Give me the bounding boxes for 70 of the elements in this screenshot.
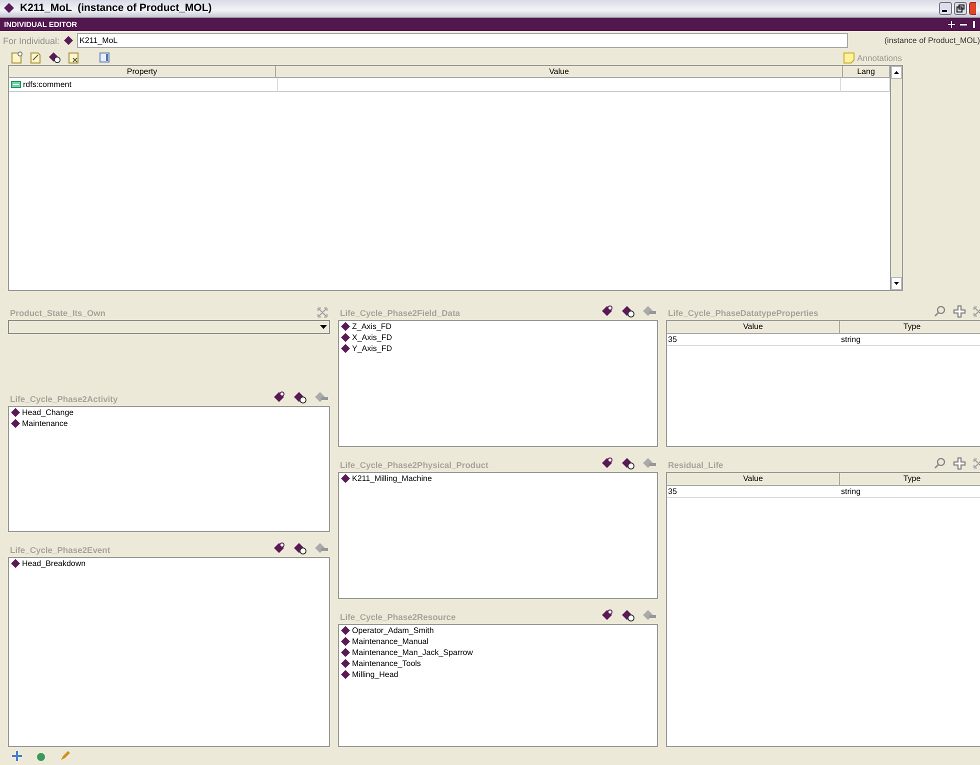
panel-title: Life_Cycle_Phase2Event <box>10 544 110 555</box>
diamond-icon <box>11 558 20 568</box>
window-title: K211_MoL (instance of Product_MOL) <box>20 2 212 14</box>
diamond-icon <box>341 474 350 483</box>
list-item[interactable]: Head_Change <box>22 408 74 417</box>
property-icon <box>11 81 21 88</box>
table-cell-text: string <box>840 486 862 497</box>
table-cell <box>841 78 890 92</box>
table-cell-text: 35 <box>667 486 678 497</box>
table-cell-text: 35 <box>667 334 678 345</box>
panel-title: Life_Cycle_Phase2Activity <box>10 394 118 404</box>
list-item[interactable]: Y_Axis_FD <box>352 344 392 353</box>
up-arrow-icon[interactable] <box>894 71 899 74</box>
table-cell-text: rdfs:comment <box>23 79 72 92</box>
restore-icon[interactable] <box>954 2 967 15</box>
list-item[interactable]: X_Axis_FD <box>352 332 392 342</box>
tagged-diamond-icon[interactable] <box>601 609 614 622</box>
column-header[interactable]: Value <box>276 66 843 78</box>
table-cell-text: string <box>840 334 862 345</box>
circle-icon[interactable] <box>36 751 46 762</box>
close-icon[interactable] <box>969 2 976 15</box>
tagged-diamond-icon[interactable] <box>601 305 614 318</box>
diamond-plus-icon[interactable] <box>293 390 307 404</box>
panel-title: Life_Cycle_Phase2Resource <box>340 612 456 622</box>
search-icon[interactable] <box>934 457 946 470</box>
tagged-diamond-icon[interactable] <box>273 391 286 404</box>
delete-document-icon[interactable] <box>67 51 80 64</box>
diamond-icon <box>4 3 14 14</box>
plus-icon[interactable] <box>948 20 955 28</box>
tagged-diamond-icon[interactable] <box>273 542 286 554</box>
panel-title: Life_Cycle_PhaseDatatypeProperties <box>668 308 818 318</box>
list-item[interactable]: Z_Axis_FD <box>352 322 392 331</box>
diamond-plus-icon[interactable] <box>621 304 635 318</box>
list-item[interactable]: K211_Milling_Machine <box>352 474 432 483</box>
new-document-icon[interactable] <box>10 51 23 64</box>
down-arrow-icon[interactable] <box>894 282 899 285</box>
annotations-label: Annotations <box>857 52 902 63</box>
diamond-plus-icon[interactable] <box>621 608 635 622</box>
scrollbar[interactable] <box>891 65 903 291</box>
column-header[interactable]: Value <box>667 472 840 486</box>
column-header[interactable]: Value <box>667 320 840 334</box>
panel-title: Product_State_Its_Own <box>10 308 106 318</box>
diamond-plus-icon[interactable] <box>293 542 307 555</box>
tagged-diamond-icon[interactable] <box>601 457 614 470</box>
column-header[interactable]: Type <box>840 472 980 486</box>
column-header[interactable]: Type <box>840 320 980 334</box>
list-item[interactable]: Maintenance_Tools <box>352 658 421 668</box>
list-item[interactable]: Maintenance <box>22 418 68 428</box>
list-item[interactable]: Maintenance_Man_Jack_Sparrow <box>352 648 473 657</box>
diamond-plus-icon[interactable] <box>621 456 635 470</box>
diamond-plus-icon[interactable] <box>48 51 61 64</box>
column-header[interactable]: Lang <box>843 66 890 78</box>
list-item[interactable]: Maintenance_Manual <box>352 636 428 646</box>
list-item[interactable]: Operator_Adam_Smith <box>352 626 434 635</box>
edit-document-icon[interactable] <box>29 51 42 64</box>
add-icon[interactable] <box>953 456 966 470</box>
diamond-icon <box>64 36 73 46</box>
panel-title: Life_Cycle_Phase2Field_Data <box>340 308 460 318</box>
add-icon[interactable] <box>953 304 966 318</box>
list-item[interactable]: Head_Breakdown <box>22 558 86 568</box>
search-icon[interactable] <box>934 305 946 318</box>
minimize-icon[interactable] <box>939 2 952 15</box>
panel-icon[interactable] <box>98 51 111 64</box>
individual-field[interactable]: K211_MoL <box>76 33 848 48</box>
field-label: For Individual: <box>3 36 60 46</box>
panel-title: Residual_Life <box>668 460 724 470</box>
instance-label: (instance of Product_MOL) <box>883 36 980 46</box>
column-header[interactable]: Property <box>9 66 276 78</box>
list-item[interactable]: Milling_Head <box>352 670 398 679</box>
panel-title: Life_Cycle_Phase2Physical_Product <box>340 460 488 470</box>
